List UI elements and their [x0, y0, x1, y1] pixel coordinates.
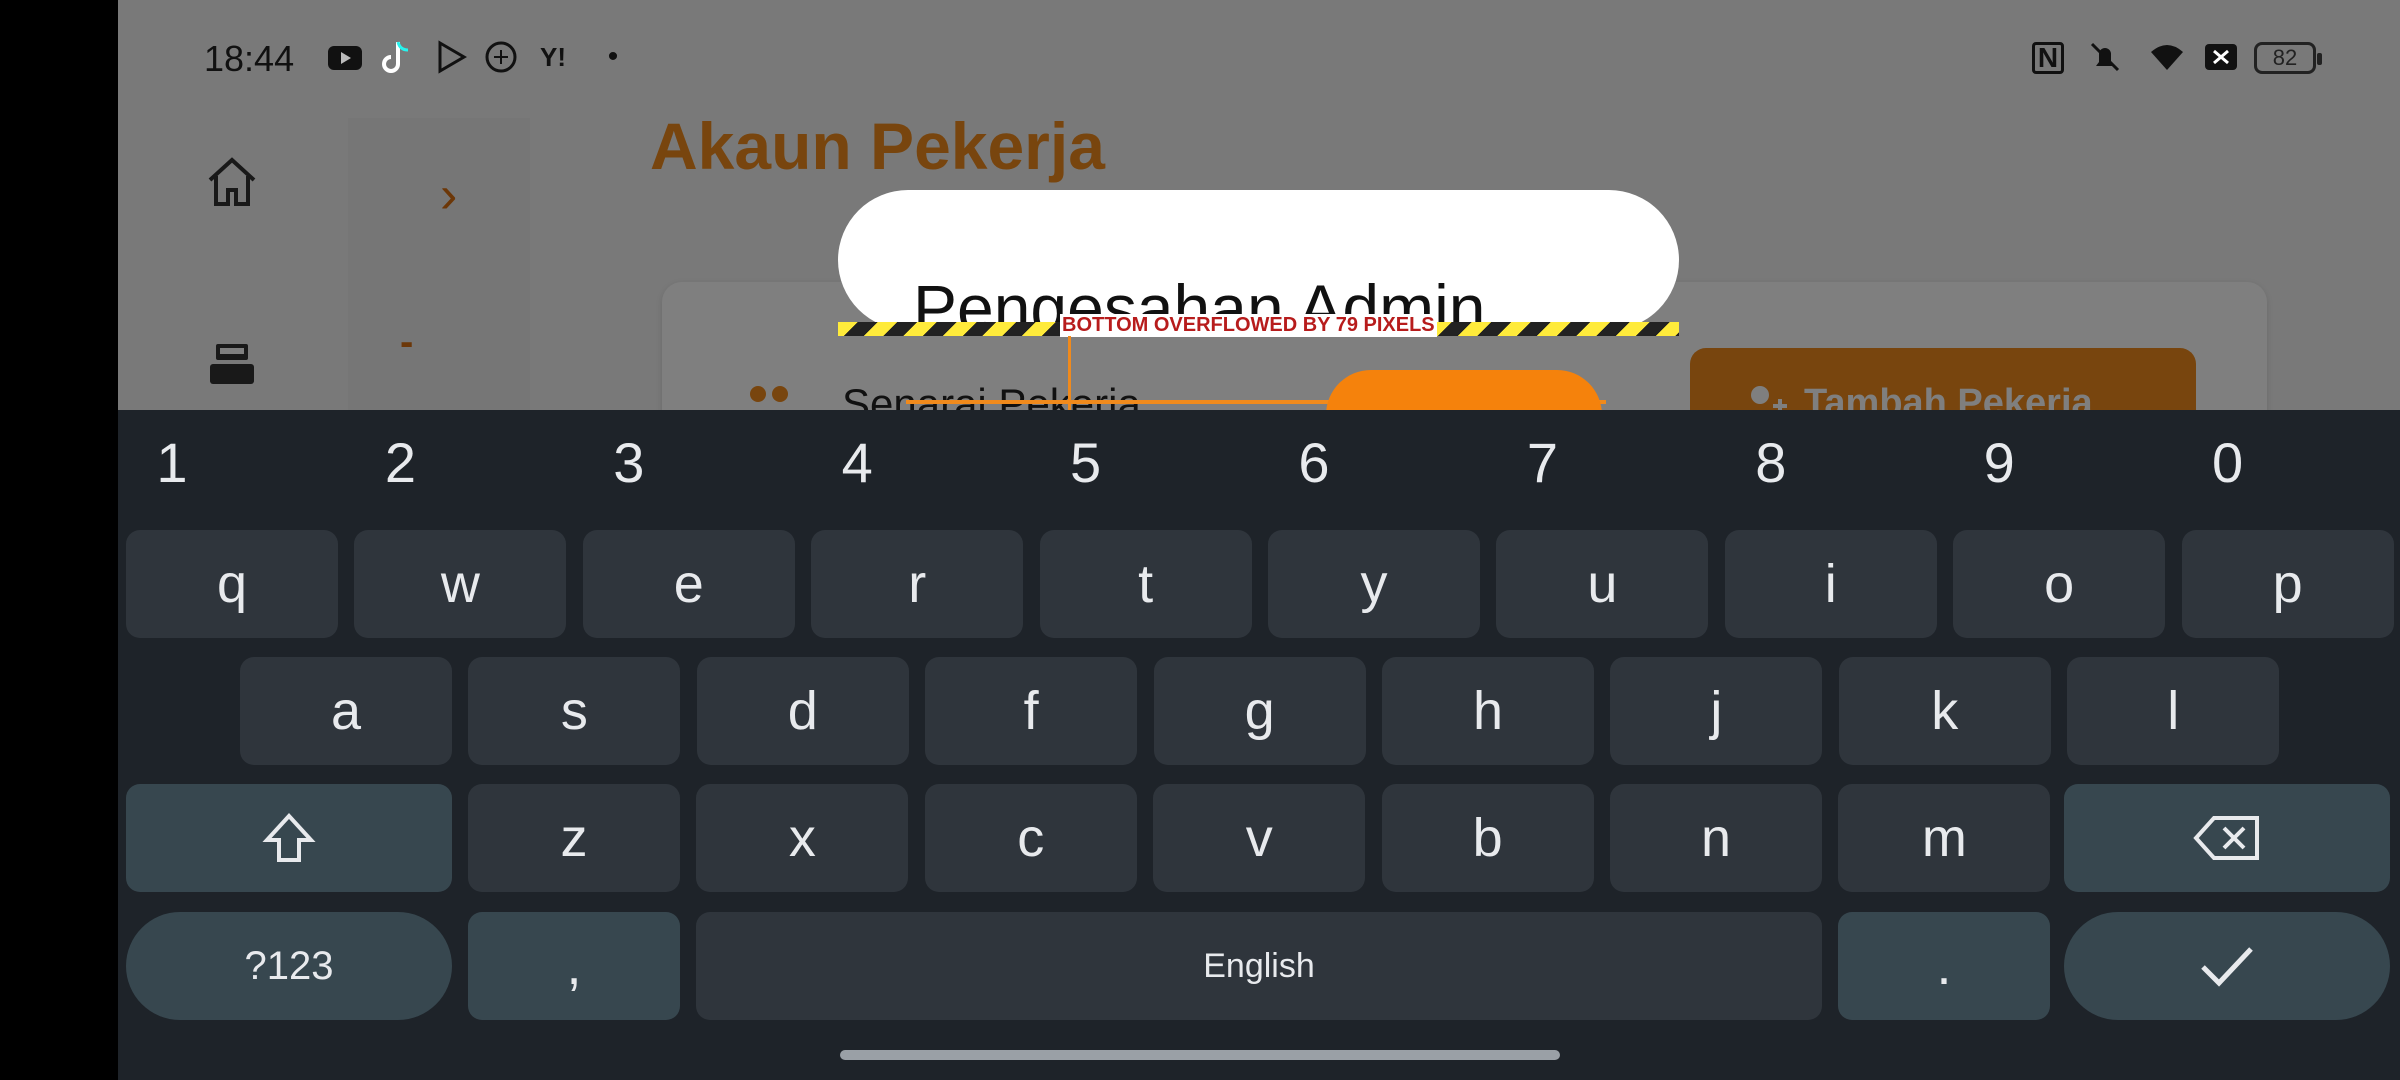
letter-key[interactable]: p	[2181, 530, 2394, 638]
letter-key[interactable]: a	[240, 657, 452, 765]
overflow-warning-text: BOTTOM OVERFLOWED BY 79 PIXELS	[1060, 314, 1437, 337]
battery-indicator: 82	[2254, 42, 2322, 74]
tiktok-icon	[382, 41, 409, 73]
done-key[interactable]	[2064, 912, 2390, 1020]
space-key[interactable]: English	[696, 912, 1822, 1020]
letter-key[interactable]: v	[1153, 784, 1366, 892]
letter-key[interactable]: k	[1838, 657, 2051, 765]
comma-key[interactable]: ,	[468, 912, 680, 1020]
number-key[interactable]: 8	[1711, 430, 1831, 495]
letter-key[interactable]: z	[468, 784, 680, 892]
number-key[interactable]: 4	[797, 430, 917, 495]
period-key[interactable]: .	[1838, 912, 2050, 1020]
letter-key[interactable]: n	[1610, 784, 1822, 892]
number-key[interactable]: 1	[112, 430, 232, 495]
screen: › - Akaun Pekerja Senarai Pekerja Tambah…	[0, 0, 2400, 1080]
number-key[interactable]: 2	[340, 430, 460, 495]
symbols-key[interactable]: ?123	[126, 912, 452, 1020]
dialog-field-underline-left	[1068, 336, 1071, 416]
letter-key[interactable]: y	[1268, 530, 1480, 638]
letter-key[interactable]: e	[582, 530, 795, 638]
nfc-icon: N	[2032, 42, 2064, 74]
admin-verification-dialog: Pengesahan Admin	[838, 190, 1679, 330]
number-key[interactable]: 3	[569, 430, 689, 495]
letter-key[interactable]: s	[468, 657, 681, 765]
letter-key[interactable]: l	[2067, 657, 2280, 765]
letter-key[interactable]: c	[924, 784, 1137, 892]
letter-key[interactable]: m	[1838, 784, 2051, 892]
number-key[interactable]: 0	[2168, 430, 2288, 495]
checkmark-icon	[2201, 947, 2253, 987]
shift-key[interactable]	[126, 784, 452, 892]
letter-key[interactable]: i	[1724, 530, 1937, 638]
letter-key[interactable]: t	[1039, 530, 1252, 638]
x-icon	[2205, 44, 2237, 70]
chatgpt-icon	[485, 41, 517, 73]
left-black-bar	[0, 0, 118, 1080]
letter-key[interactable]: o	[1953, 530, 2166, 638]
letter-key[interactable]: w	[354, 530, 567, 638]
mute-icon	[2090, 42, 2120, 72]
number-key[interactable]: 6	[1254, 430, 1374, 495]
number-key[interactable]: 7	[1482, 430, 1602, 495]
dot-icon: •	[607, 40, 619, 73]
letter-key[interactable]: b	[1381, 784, 1594, 892]
gesture-home-bar[interactable]	[840, 1050, 1560, 1060]
letter-key[interactable]: f	[925, 657, 1138, 765]
yahoo-icon: Y!	[540, 41, 566, 72]
letter-key[interactable]: x	[696, 784, 909, 892]
number-key[interactable]: 9	[1939, 430, 2059, 495]
wifi-icon	[2151, 45, 2183, 70]
letter-key[interactable]: g	[1153, 657, 1366, 765]
letter-key[interactable]: j	[1610, 657, 1823, 765]
youtube-icon	[328, 46, 362, 70]
letter-key[interactable]: u	[1496, 530, 1709, 638]
letter-key[interactable]: q	[126, 530, 338, 638]
letter-key[interactable]: d	[696, 657, 909, 765]
play-store-icon	[438, 40, 467, 74]
status-time: 18:44	[204, 38, 295, 79]
backspace-key[interactable]	[2064, 784, 2390, 892]
letter-key[interactable]: h	[1382, 657, 1594, 765]
letter-key[interactable]: r	[811, 530, 1024, 638]
number-key[interactable]: 5	[1026, 430, 1146, 495]
shift-icon	[262, 813, 316, 862]
backspace-icon	[2193, 816, 2259, 860]
